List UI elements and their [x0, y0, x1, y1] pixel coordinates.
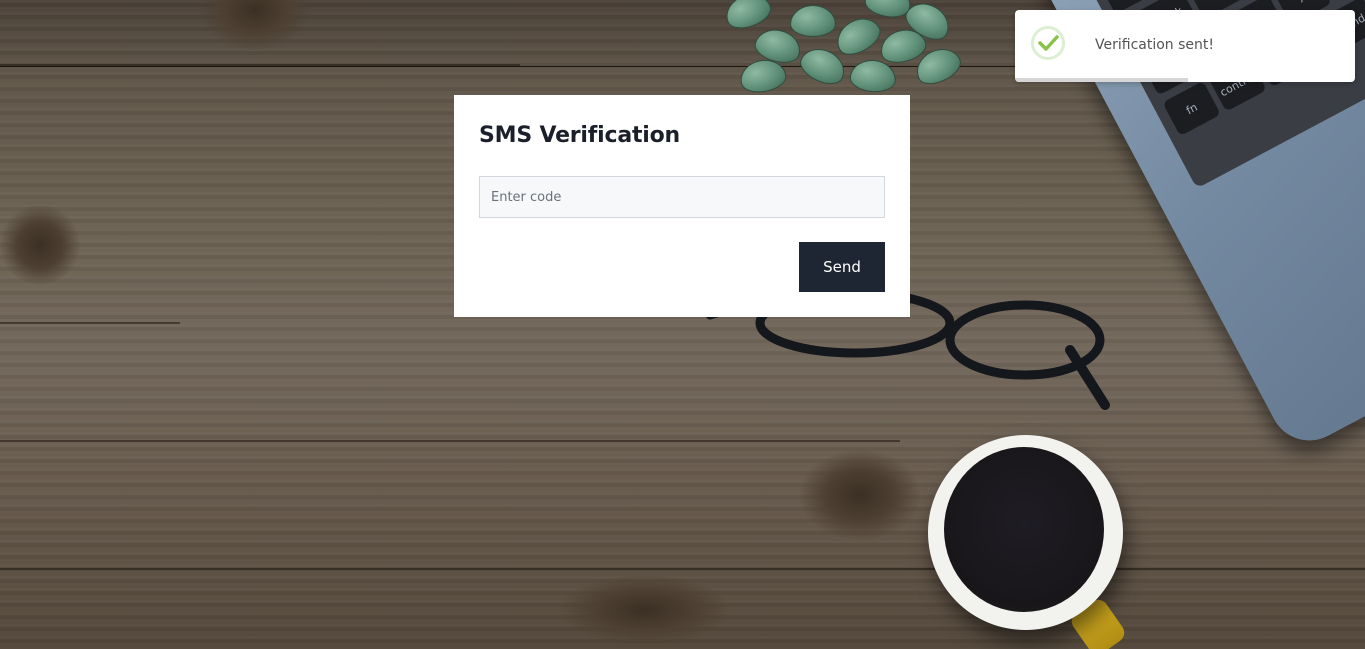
coffee-cup-image	[928, 435, 1123, 630]
wood-knot	[200, 0, 310, 50]
code-input[interactable]	[479, 176, 885, 218]
succulent-plant-image	[715, 0, 966, 100]
send-button[interactable]: Send	[799, 242, 885, 292]
toast-progress-bar	[1015, 78, 1189, 82]
wood-seam	[0, 322, 180, 324]
check-circle-icon	[1031, 26, 1065, 60]
page-background: tab Q W E caps lock A S D shift Z X fn c…	[0, 0, 1365, 649]
wood-knot	[560, 575, 730, 645]
toast-message: Verification sent!	[1095, 37, 1214, 53]
card-title: SMS Verification	[479, 123, 681, 148]
wood-seam	[0, 568, 1365, 570]
toast-notification: Verification sent!	[1015, 10, 1355, 82]
sms-verification-card: SMS Verification Send	[454, 95, 910, 317]
wood-knot	[0, 205, 80, 285]
wood-knot	[800, 450, 920, 540]
wood-seam	[0, 440, 900, 442]
